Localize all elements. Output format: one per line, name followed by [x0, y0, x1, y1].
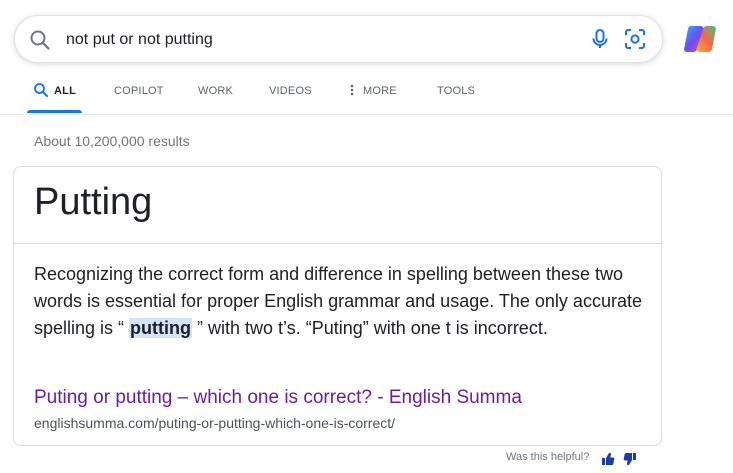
divider — [14, 243, 661, 244]
microphone-icon[interactable] — [588, 27, 612, 51]
tab-label: TOOLS — [437, 85, 476, 97]
answer-card: Putting Recognizing the correct form and… — [13, 166, 662, 446]
tab-label: MORE — [363, 85, 397, 97]
thumbs-down-icon[interactable] — [623, 452, 637, 466]
tab-copilot[interactable]: COPILOT — [114, 70, 164, 112]
result-link[interactable]: Puting or putting – which one is correct… — [34, 387, 522, 409]
copilot-logo[interactable] — [681, 20, 719, 58]
search-tabs: ALL COPILOT WORK VIDEOS MORE TOOLS — [0, 70, 733, 115]
tab-videos[interactable]: VIDEOS — [269, 70, 312, 112]
result-url: englishsumma.com/puting-or-putting-which… — [34, 415, 396, 431]
snippet-highlight: putting — [129, 318, 193, 338]
tab-more[interactable]: MORE — [350, 70, 397, 112]
snippet-text: ” with two t’s. “Puting” with one t is i… — [192, 318, 548, 338]
answer-snippet: Recognizing the correct form and differe… — [34, 261, 649, 342]
search-input[interactable] — [66, 28, 546, 52]
tab-label: WORK — [198, 85, 234, 97]
answer-title: Putting — [34, 181, 153, 223]
tab-label: ALL — [54, 85, 76, 97]
kebab-vertical-icon — [350, 84, 359, 99]
tab-label: COPILOT — [114, 85, 164, 97]
tab-label: VIDEOS — [269, 85, 312, 97]
search-icon[interactable] — [28, 28, 52, 52]
thumbs-up-icon[interactable] — [601, 452, 615, 466]
result-stats: About 10,200,000 results — [34, 133, 190, 149]
camera-lens-icon[interactable] — [623, 27, 647, 51]
tab-tools[interactable]: TOOLS — [437, 70, 475, 112]
search-icon — [33, 82, 54, 101]
search-box[interactable] — [14, 15, 663, 63]
tab-all[interactable]: ALL — [33, 70, 76, 112]
feedback-question: Was this helpful? — [506, 451, 590, 463]
tab-work[interactable]: WORK — [198, 70, 233, 112]
active-tab-indicator — [27, 110, 82, 113]
